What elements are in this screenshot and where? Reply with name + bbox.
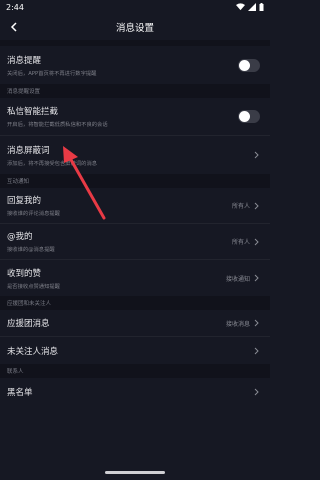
group-follow: 应援团消息 接收消息 未关注人消息 xyxy=(0,310,270,364)
back-button[interactable] xyxy=(6,19,22,35)
row-title: 未关注人消息 xyxy=(7,346,59,357)
row-reply[interactable]: 回复我的 接收谁的评论消息提醒 所有人 xyxy=(0,188,270,224)
status-bar: 2:44 xyxy=(0,0,270,14)
chevron-left-icon xyxy=(10,22,17,32)
row-title: 应援团消息 xyxy=(7,319,50,329)
group-filter: 私信智能拦截 开启后，将智能拦截低质私信和不良的会话 消息屏蔽词 添加后，将不再… xyxy=(0,98,270,174)
row-blacklist[interactable]: 黑名单 xyxy=(0,378,270,406)
chevron-right-icon xyxy=(254,238,259,245)
section-title: 互动通知 xyxy=(0,174,270,188)
row-mention[interactable]: @我的 接收谁的@消息提醒 所有人 xyxy=(0,224,270,260)
page-title: 消息设置 xyxy=(115,23,154,34)
chevron-right-icon xyxy=(254,388,259,396)
row-message-reminder: 消息提醒 关闭后，APP首页将不再进行数字提醒 xyxy=(0,46,270,84)
section-title: 联系人 xyxy=(0,364,270,378)
row-subtitle: 开启后，将智能拦截低质私信和不良的会话 xyxy=(7,122,108,128)
row-value: 所有人 xyxy=(231,203,250,210)
group-contacts: 黑名单 xyxy=(0,378,270,406)
status-time: 2:44 xyxy=(6,2,24,12)
row-subtitle: 接收谁的@消息提醒 xyxy=(7,247,55,253)
home-indicator[interactable] xyxy=(105,471,165,474)
chevron-right-icon xyxy=(254,274,259,282)
chevron-right-icon xyxy=(254,347,259,354)
chevron-right-icon xyxy=(254,202,259,209)
row-title: 消息提醒 xyxy=(7,55,42,66)
row-likes[interactable]: 收到的赞 是否接收点赞通知提醒 接收通知 xyxy=(0,260,270,296)
row-fan-group[interactable]: 应援团消息 接收消息 xyxy=(0,310,270,337)
chevron-right-icon xyxy=(254,319,259,327)
row-title: 私信智能拦截 xyxy=(7,107,59,117)
signal-icon xyxy=(248,3,256,11)
top-nav-bar: 消息设置 xyxy=(0,14,270,40)
row-title: 消息屏蔽词 xyxy=(7,145,50,156)
battery-icon xyxy=(259,3,264,11)
row-title: 黑名单 xyxy=(7,388,33,398)
row-private-block: 私信智能拦截 开启后，将智能拦截低质私信和不良的会话 xyxy=(0,98,270,136)
row-subtitle: 添加后，将不再接受包含屏蔽词的消息 xyxy=(7,160,98,167)
message-reminder-toggle[interactable] xyxy=(238,58,260,72)
chevron-right-icon xyxy=(254,151,259,159)
row-block-words[interactable]: 消息屏蔽词 添加后，将不再接受包含屏蔽词的消息 xyxy=(0,136,270,174)
private-block-toggle[interactable] xyxy=(238,110,260,123)
row-not-followed[interactable]: 未关注人消息 xyxy=(0,337,270,364)
wifi-icon xyxy=(236,3,245,11)
group-reminder: 消息提醒 关闭后，APP首页将不再进行数字提醒 xyxy=(0,46,270,84)
group-interaction: 回复我的 接收谁的评论消息提醒 所有人 @我的 接收谁的@消息提醒 所有人 收到… xyxy=(0,188,270,296)
row-value: 接收消息 xyxy=(225,320,250,328)
section-title: 应援团和未关注人 xyxy=(0,296,270,310)
status-icons xyxy=(236,3,264,11)
row-subtitle: 是否接收点赞通知提醒 xyxy=(7,283,60,290)
section-title: 消息提醒设置 xyxy=(0,84,270,98)
row-value: 所有人 xyxy=(231,239,250,246)
row-title: 回复我的 xyxy=(7,196,42,206)
row-subtitle: 接收谁的评论消息提醒 xyxy=(7,211,60,217)
row-value: 接收通知 xyxy=(225,275,250,283)
row-title: 收到的赞 xyxy=(7,268,42,279)
row-subtitle: 关闭后，APP首页将不再进行数字提醒 xyxy=(7,70,97,77)
row-title: @我的 xyxy=(7,232,33,242)
